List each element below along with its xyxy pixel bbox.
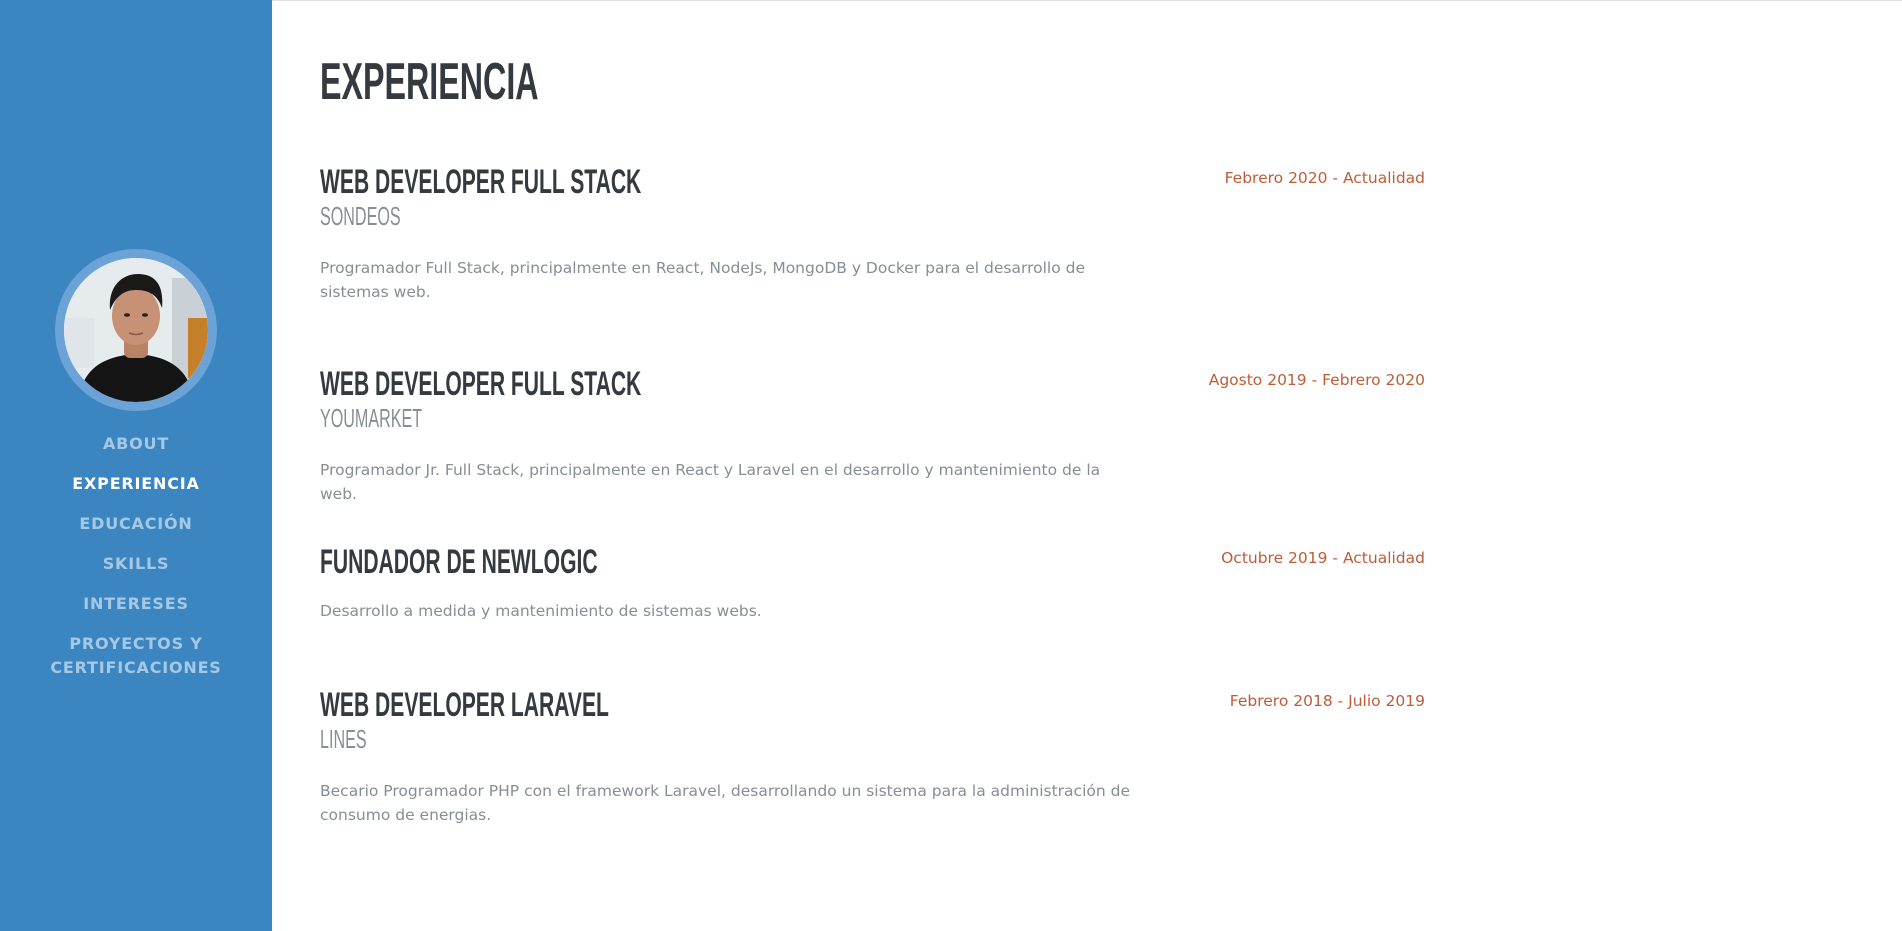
page-title: Experiencia — [320, 53, 539, 111]
entry-description: Desarrollo a medida y mantenimiento de s… — [320, 602, 762, 620]
entry-dates: Febrero 2018 - Julio 2019 — [1229, 692, 1425, 710]
nav-item-experiencia[interactable]: Experiencia — [0, 472, 272, 496]
entry-dates: Febrero 2020 - Actualidad — [1224, 169, 1425, 187]
nav-item-educacion[interactable]: Educación — [0, 512, 272, 536]
top-divider — [272, 0, 1902, 1]
entry-description: Becario Programador PHP con el framework… — [320, 782, 1130, 824]
nav-item-skills[interactable]: Skills — [0, 552, 272, 576]
avatar[interactable] — [55, 249, 217, 411]
sidebar-nav: About Experiencia Educación Skills Inter… — [0, 432, 272, 696]
nav-item-about[interactable]: About — [0, 432, 272, 456]
entry-company: Sondeos — [320, 201, 401, 231]
entry-dates: Agosto 2019 - Febrero 2020 — [1208, 371, 1425, 389]
person-photo-icon — [64, 258, 208, 402]
nav-item-intereses[interactable]: Intereses — [0, 592, 272, 616]
entry-description: Programador Jr. Full Stack, principalmen… — [320, 461, 1101, 503]
sidebar: About Experiencia Educación Skills Inter… — [0, 0, 272, 931]
entry-role: Web Developer Laravel — [320, 686, 609, 724]
entry-role: Fundador de NewLogic — [320, 543, 598, 581]
profile-photo — [64, 258, 208, 402]
entry-company: YouMarket — [320, 403, 423, 433]
entry-description: Programador Full Stack, principalmente e… — [320, 259, 1085, 301]
entry-dates: Octubre 2019 - Actualidad — [1221, 549, 1425, 567]
entry-company: Lines — [320, 724, 367, 754]
entry-role: Web Developer Full Stack — [320, 365, 642, 403]
nav-item-proyectos[interactable]: Proyectos y Certificaciones — [0, 632, 272, 680]
entry-role: Web Developer Full Stack — [320, 163, 642, 201]
